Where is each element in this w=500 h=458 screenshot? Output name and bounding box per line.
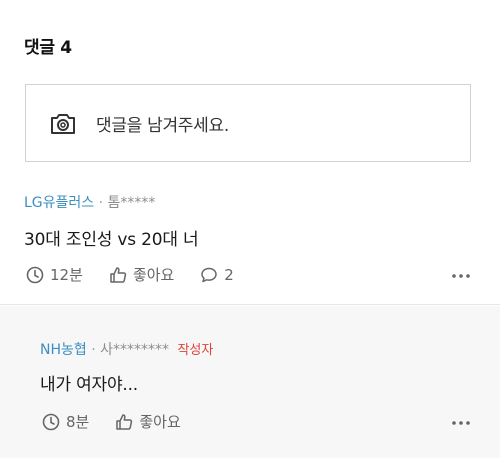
thumbs-up-icon: [116, 413, 133, 430]
comment-author[interactable]: LG유플러스: [24, 195, 94, 211]
reply-count: 2: [224, 265, 234, 284]
comment-body: 내가 여자야...: [40, 375, 139, 395]
masked-username: 사********: [100, 342, 170, 358]
comment-input[interactable]: 댓글을 남겨주세요.: [25, 84, 471, 162]
camera-icon[interactable]: [50, 112, 76, 136]
comment-bubble-icon: [201, 267, 218, 282]
meta-separator: ·: [98, 195, 104, 211]
time-label: 8분: [66, 413, 90, 431]
meta-separator: ·: [91, 342, 96, 358]
comment-author[interactable]: NH농협: [40, 342, 87, 358]
thumbs-up-icon: [110, 266, 127, 283]
reply-button[interactable]: 2: [200, 266, 234, 284]
comment-time: 12분: [26, 264, 83, 285]
clock-icon: [26, 266, 44, 283]
comment-divider: [0, 304, 500, 305]
comment-input-placeholder: 댓글을 남겨주세요.: [96, 116, 229, 136]
like-button[interactable]: 좋아요: [115, 411, 181, 432]
more-dots-icon[interactable]: [450, 269, 472, 283]
comment-actions: 12분 좋아요 2: [26, 264, 260, 285]
comment-time: 8분: [42, 411, 89, 432]
like-button[interactable]: 좋아요: [109, 264, 174, 285]
comment-meta: LG유플러스 · 톰*****: [24, 192, 155, 212]
like-label: 좋아요: [132, 266, 175, 284]
masked-username: 톰*****: [107, 195, 156, 211]
comment-actions: 8분 좋아요: [42, 411, 207, 432]
reply-comment-item: NH농협 · 사******** 작성자 내가 여자야... 8분 좋아요: [0, 306, 500, 458]
more-dots-icon[interactable]: [450, 416, 472, 430]
comment-meta: NH농협 · 사******** 작성자: [40, 339, 213, 359]
time-label: 12분: [50, 266, 83, 284]
like-label: 좋아요: [139, 413, 181, 431]
comment-body: 30대 조인성 vs 20대 너: [24, 230, 199, 250]
section-title: 댓글 4: [24, 38, 72, 58]
clock-icon: [42, 413, 60, 430]
writer-badge: 작성자: [177, 343, 214, 358]
comment-item: LG유플러스 · 톰***** 30대 조인성 vs 20대 너 12분 좋아요…: [0, 180, 500, 296]
